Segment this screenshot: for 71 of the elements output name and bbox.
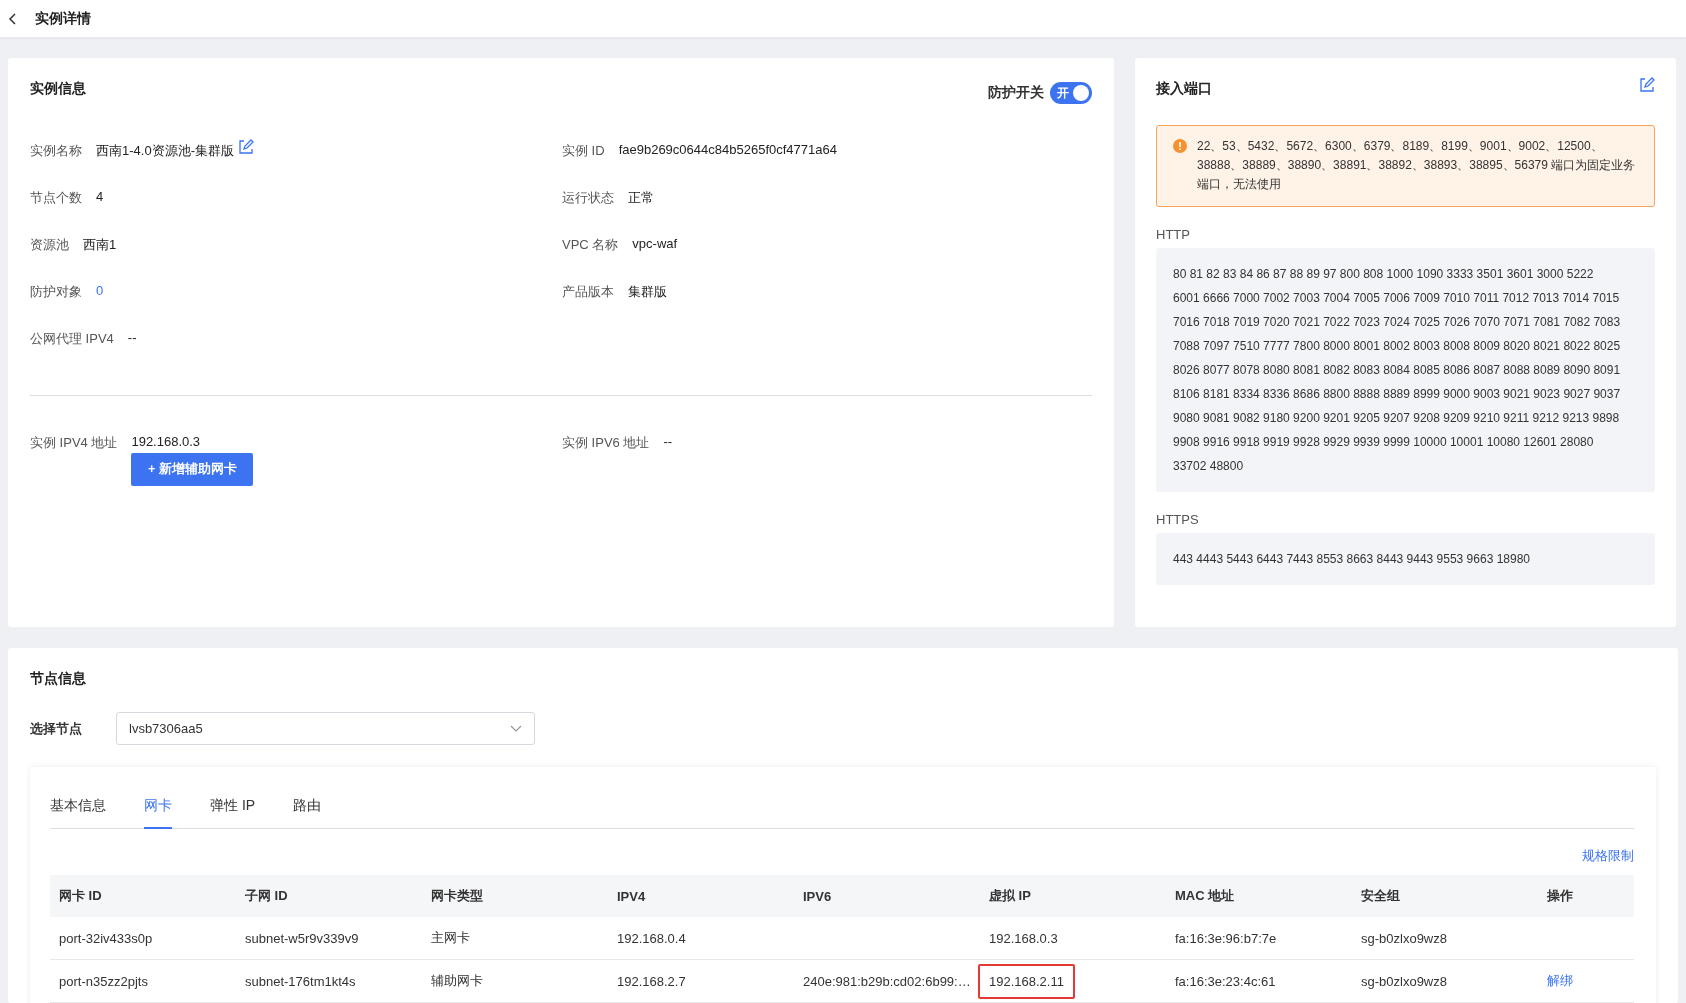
toggle-label: 防护开关	[988, 84, 1044, 102]
table-cell: 主网卡	[431, 930, 470, 945]
highlighted-cell: 192.168.2.11	[978, 963, 1075, 999]
table-cell: fa:16:3e:23:4c:61	[1175, 973, 1276, 989]
add-nic-button[interactable]: + 新增辅助网卡	[131, 453, 254, 486]
section-title: 接入端口	[1156, 80, 1212, 98]
field-value: 西南1-4.0资源池-集群版	[96, 142, 234, 160]
port-list: 443 4443 5443 6443 7443 8553 8663 8443 9443 9553 9663 18980	[1173, 547, 1621, 571]
tab[interactable]: 路由	[293, 797, 322, 829]
limits-link[interactable]: 规格限制	[1582, 847, 1634, 865]
field-value: --	[127, 330, 137, 345]
section-title: 节点信息	[30, 670, 87, 688]
field-label: 公网代理 IPV4	[30, 330, 114, 348]
column-header: IPV4	[608, 875, 794, 917]
edit-icon[interactable]	[1639, 77, 1655, 93]
field-label: 节点个数	[30, 189, 82, 207]
field-value: 西南1	[83, 236, 117, 254]
column-header: 子网 ID	[236, 875, 422, 917]
chevron-down-icon	[510, 724, 522, 733]
field-label: 实例名称	[30, 142, 82, 160]
port-group-label: HTTP	[1156, 227, 1191, 242]
field-value: fae9b269c0644c84b5265f0cf4771a64	[618, 142, 837, 157]
node-select[interactable]: lvsb7306aa5	[116, 712, 535, 745]
table-cell: 192.168.2.7	[617, 973, 686, 989]
section-title: 实例信息	[30, 80, 86, 98]
port-list: 80 81 82 83 84 86 87 88 89 97 800 808 1000 1090 3333 3501 3601 3000 5222 6001 6666 7000 7002 7003 7004 7005 7006 7009 7010 7011 7012 7013 7014 7015 7016 7018 7019 7020 7021 7022 7023 7024 7025 7026 7070 7071 7081 7082 7083 7088 7097 7510 7777 7800 8000 8001 8002 8003 8008 8009 8020 8021 8022 8025 8026 8077 8078 8080 8081 8082 8083 8084 8085 8086 8087 8088 8089 8090 8091 8106 8181 8334 8336 8686 8800 8888 8889 8999 9000 9003 9021 9023 9027 9037 9080 9081 9082 9180 9200 9201 9205 9207 9208 9209 9210 9211 9212 9213 9898 9908 9916 9918 9919 9928 9929 9939 9999 10000 10001 10080 12601 28080 33702 48800	[1173, 262, 1621, 478]
field-value: 192.168.0.3	[131, 434, 202, 449]
table-cell: port-32iv433s0p	[59, 930, 153, 946]
tab[interactable]: 网卡	[144, 797, 172, 829]
table-cell: 192.168.0.4	[617, 930, 686, 946]
field-label: 运行状态	[562, 189, 614, 207]
warning-icon	[1173, 139, 1187, 153]
tab[interactable]: 基本信息	[50, 797, 106, 829]
column-header: 操作	[1538, 875, 1634, 917]
table-cell: 240e:981:b29b:cd02:6b99:…	[803, 973, 971, 989]
field-label: 防护对象	[30, 283, 82, 301]
edit-icon[interactable]	[237, 139, 254, 155]
column-header: 虚拟 IP	[980, 875, 1166, 917]
port-group-label: HTTPS	[1156, 512, 1200, 527]
table-cell: 192.168.0.3	[989, 930, 1058, 946]
column-header: IPV6	[794, 875, 980, 917]
table-cell: subnet-176tm1kt4s	[245, 973, 356, 989]
field-value: vpc-waf	[632, 236, 678, 251]
field-label: 实例 IPV4 地址	[30, 434, 118, 452]
field-value: 正常	[628, 189, 654, 207]
warning-text: 22、53、5432、5672、6300、6379、8189、8199、9001、9002、12500、38888、38889、38890、38891、38892、38893、38895、56379 端口为固定业务端口，无法使用	[1197, 138, 1637, 193]
column-header: 安全组	[1352, 875, 1538, 917]
table-cell: 辅助网卡	[431, 973, 483, 988]
unbind-link[interactable]: 解绑	[1547, 973, 1573, 988]
field-link[interactable]: 0	[96, 283, 104, 298]
select-label: 选择节点	[30, 719, 82, 738]
field-value: --	[663, 434, 673, 449]
field-value: 4	[96, 189, 104, 204]
field-value: 集群版	[628, 283, 667, 301]
protection-switch[interactable]: 开	[1050, 82, 1092, 104]
field-label: 资源池	[30, 236, 69, 254]
table-cell: subnet-w5r9v339v9	[245, 930, 359, 946]
field-label: 产品版本	[562, 283, 614, 301]
table-cell: port-n35zz2pjts	[59, 973, 148, 989]
column-header: 网卡类型	[422, 875, 608, 917]
field-label: VPC 名称	[562, 236, 619, 254]
page-title: 实例详情	[35, 9, 91, 28]
back-icon[interactable]	[8, 12, 16, 25]
field-label: 实例 IPV6 地址	[562, 434, 650, 452]
table-cell: fa:16:3e:96:b7:7e	[1175, 930, 1277, 946]
field-label: 实例 ID	[562, 142, 605, 160]
table-cell: sg-b0zlxo9wz8	[1361, 973, 1447, 989]
table-cell: sg-b0zlxo9wz8	[1361, 930, 1447, 946]
column-header: MAC 地址	[1166, 875, 1352, 917]
column-header: 网卡 ID	[50, 875, 236, 917]
tab[interactable]: 弹性 IP	[210, 797, 256, 829]
